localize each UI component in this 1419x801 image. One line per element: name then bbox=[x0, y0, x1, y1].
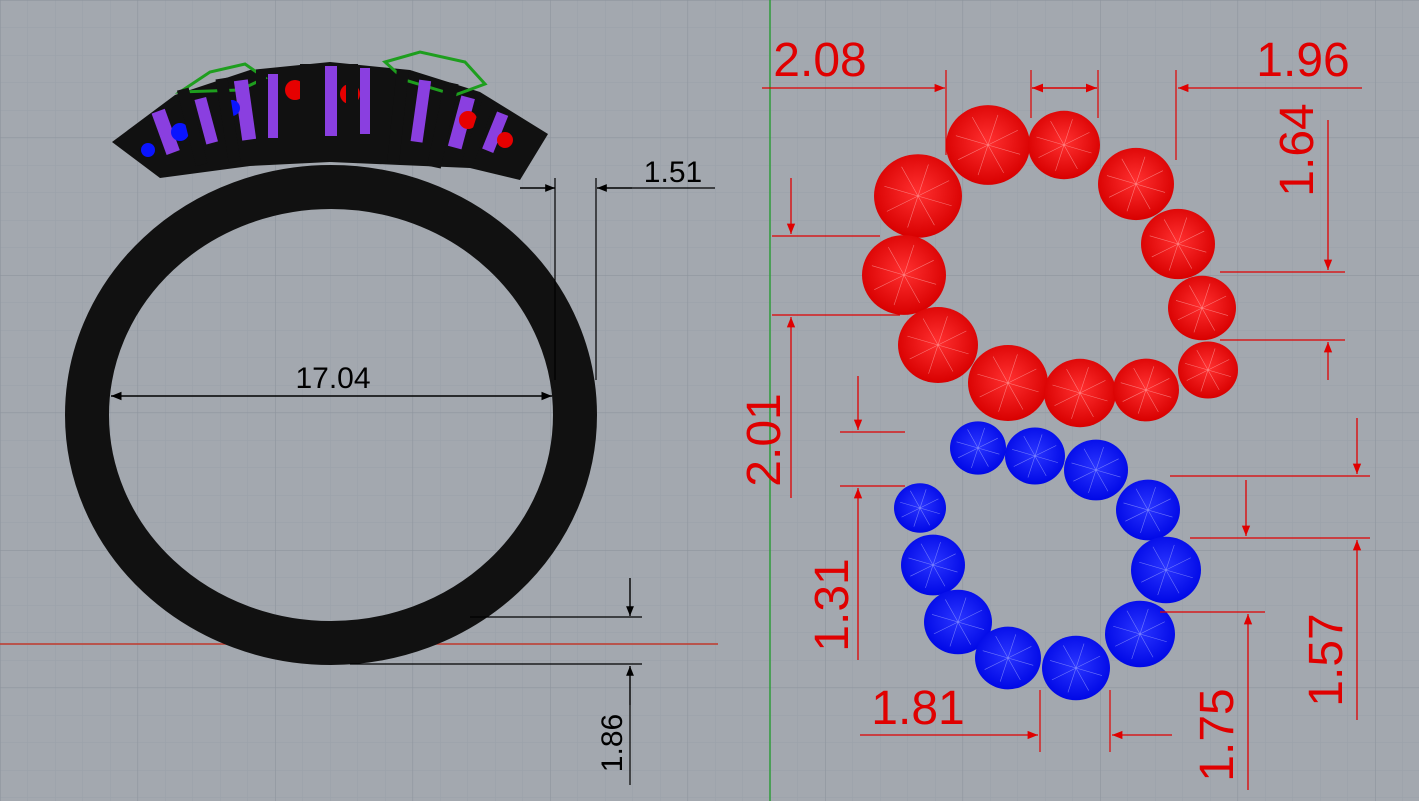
bottom-thickness-label: 1.86 bbox=[596, 714, 629, 772]
dim-196-label: 1.96 bbox=[1256, 34, 1349, 87]
inner-stone-4[interactable] bbox=[1116, 479, 1180, 541]
outer-stone-11[interactable] bbox=[1113, 358, 1179, 422]
outer-stone-4[interactable] bbox=[874, 154, 962, 238]
dim-175-label: 1.75 bbox=[1191, 688, 1244, 781]
inner-stone-3[interactable] bbox=[1064, 439, 1128, 501]
dim-208-label: 2.08 bbox=[773, 34, 866, 87]
inner-stone-6[interactable] bbox=[894, 483, 946, 533]
shank-width-label: 1.51 bbox=[644, 156, 702, 189]
inner-stone-11[interactable] bbox=[1105, 600, 1175, 668]
dim-157-label: 1.57 bbox=[1300, 613, 1353, 706]
outer-stone-7[interactable] bbox=[1168, 275, 1236, 341]
outer-stone-10[interactable] bbox=[1044, 358, 1116, 428]
outer-stone-2[interactable] bbox=[1028, 110, 1100, 180]
outer-stone-9[interactable] bbox=[968, 345, 1048, 421]
outer-stone-12[interactable] bbox=[1178, 341, 1238, 399]
rhino-viewport[interactable]: 17.04 1.51 1.86 2.08 1.96 1.64 2.01 1.31… bbox=[0, 0, 1419, 801]
outer-stone-3[interactable] bbox=[1098, 147, 1174, 221]
inner-diameter-label: 17.04 bbox=[295, 362, 370, 395]
outer-stone-1[interactable] bbox=[946, 105, 1030, 185]
inner-stone-7[interactable] bbox=[901, 534, 965, 596]
inner-stone-9[interactable] bbox=[975, 626, 1041, 690]
outer-stone-5[interactable] bbox=[1141, 208, 1215, 280]
outer-stone-8[interactable] bbox=[898, 307, 978, 383]
dim-131-label: 1.31 bbox=[806, 558, 859, 651]
inner-stone-1[interactable] bbox=[950, 421, 1006, 475]
inner-stone-5[interactable] bbox=[1131, 536, 1201, 604]
dim-181-label: 1.81 bbox=[871, 682, 964, 735]
dim-164-label: 1.64 bbox=[1271, 103, 1324, 196]
dim-201-label: 2.01 bbox=[738, 393, 791, 486]
inner-stone-10[interactable] bbox=[1042, 635, 1110, 701]
inner-stone-2[interactable] bbox=[1005, 427, 1065, 485]
outer-stone-6[interactable] bbox=[862, 235, 946, 315]
